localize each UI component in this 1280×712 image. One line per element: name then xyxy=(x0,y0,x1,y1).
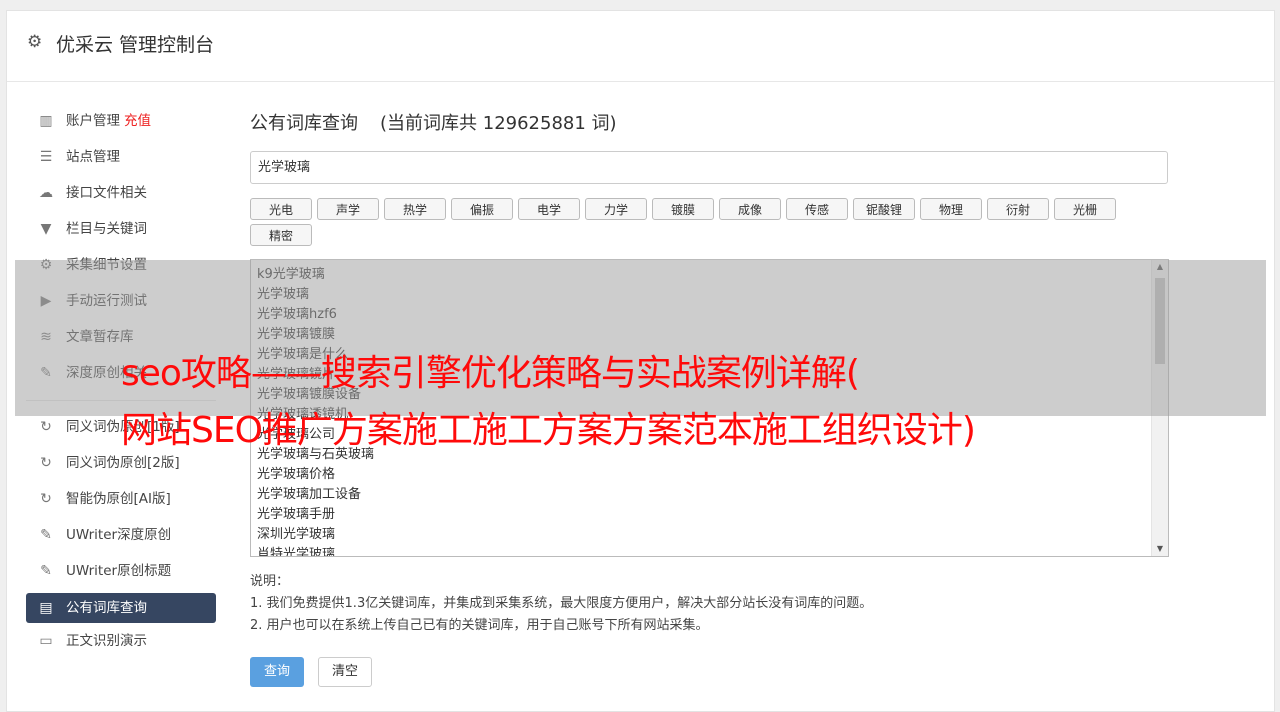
sidebar-item-label: 账户管理 xyxy=(66,113,120,129)
app-title: 优采云 管理控制台 xyxy=(56,34,215,56)
sidebar-item-after-0[interactable]: ▭ 正文识别演示 xyxy=(26,623,216,659)
sidebar-item-label: 公有词库查询 xyxy=(66,600,147,616)
category-button[interactable]: 电学 xyxy=(518,198,580,220)
category-button[interactable]: 镀膜 xyxy=(652,198,714,220)
list-item[interactable]: 肖特光学玻璃 xyxy=(251,545,1168,556)
edit-icon: ✎ xyxy=(40,527,52,543)
sidebar-item-label: 智能伪原创[AI版] xyxy=(66,491,171,507)
category-button[interactable]: 传感 xyxy=(786,198,848,220)
bar-chart-icon: ▥ xyxy=(39,113,53,129)
sidebar-item-group1-2[interactable]: ☁ 接口文件相关 xyxy=(26,175,216,211)
category-button[interactable]: 衍射 xyxy=(987,198,1049,220)
page-title-text: 公有词库查询 xyxy=(250,113,358,134)
sidebar-item-label: 站点管理 xyxy=(66,149,120,165)
category-button[interactable]: 光栅 xyxy=(1054,198,1116,220)
category-button[interactable]: 成像 xyxy=(719,198,781,220)
sidebar-item-label: UWriter深度原创 xyxy=(66,527,172,543)
refresh-icon: ↻ xyxy=(40,491,52,507)
list-item[interactable]: 光学玻璃价格 xyxy=(251,465,1168,485)
list-item[interactable]: 光学玻璃加工设备 xyxy=(251,485,1168,505)
cloud-upload-icon: ☁ xyxy=(39,185,53,201)
edit-icon: ✎ xyxy=(40,563,52,579)
sidebar-item-group1-3[interactable]: ▼ 栏目与关键词 xyxy=(26,211,216,247)
lexicon-count: (当前词库共 129625881 词) xyxy=(380,113,617,134)
sidebar-item-label: 正文识别演示 xyxy=(66,633,147,649)
category-button[interactable]: 偏振 xyxy=(451,198,513,220)
filter-icon: ▼ xyxy=(40,221,52,237)
recharge-link[interactable]: 充值 xyxy=(124,113,151,129)
server-icon: ☰ xyxy=(39,149,53,165)
app-header: ⚙ 优采云 管理控制台 xyxy=(7,11,1274,82)
notes: 说明： 1. 我们免费提供1.3亿关键词库，并集成到采集系统，最大限度方便用户，… xyxy=(250,571,872,637)
category-button[interactable]: 物理 xyxy=(920,198,982,220)
monitor-icon: ▭ xyxy=(39,633,53,649)
category-button[interactable]: 铌酸锂 xyxy=(853,198,915,220)
overlay-headline-line-2: 网站SEO推广方案施工施工方案方案范本施工组织设计) xyxy=(121,410,976,451)
category-button[interactable]: 精密 xyxy=(250,224,312,246)
sidebar-item-group2-4[interactable]: ✎ UWriter原创标题 xyxy=(26,553,216,589)
category-button[interactable]: 力学 xyxy=(585,198,647,220)
category-button[interactable]: 声学 xyxy=(317,198,379,220)
sidebar-item-group2-2[interactable]: ↻ 智能伪原创[AI版] xyxy=(26,481,216,517)
sidebar-item-group1-1[interactable]: ☰ 站点管理 xyxy=(26,139,216,175)
overlay-headline-line-1: seo攻略——搜索引擎优化策略与实战案例详解( xyxy=(121,353,860,394)
sidebar-item-label: 接口文件相关 xyxy=(66,185,147,201)
list-item[interactable]: 深圳光学玻璃 xyxy=(251,525,1168,545)
notes-title: 说明： xyxy=(250,574,290,589)
sidebar-item-label: 栏目与关键词 xyxy=(66,221,147,237)
note-line-2: 2. 用户也可以在系统上传自己已有的关键词库，用于自己账号下所有网站采集。 xyxy=(250,618,709,633)
scroll-down-icon[interactable]: ▼ xyxy=(1152,542,1168,556)
category-button[interactable]: 热学 xyxy=(384,198,446,220)
book-icon: ▤ xyxy=(39,600,53,616)
page-title: 公有词库查询 (当前词库共 129625881 词) xyxy=(250,109,1170,139)
main-content: 公有词库查询 (当前词库共 129625881 词) 光学玻璃 光电 声学 热学 偏振电… xyxy=(250,109,1170,687)
query-button[interactable]: 查询 xyxy=(250,657,304,687)
sidebar-item-group1-0[interactable]: ▥ 账户管理 充值 xyxy=(26,103,216,139)
gear-icon[interactable]: ⚙ xyxy=(27,33,45,51)
sidebar-item-public-lexicon[interactable]: ▤ 公有词库查询 xyxy=(26,593,216,623)
sidebar-item-group2-3[interactable]: ✎ UWriter深度原创 xyxy=(26,517,216,553)
category-button-group: 光电 声学 热学 偏振 电学 力学 镀膜 成像 传感 铌酸锂 物理 衍射 光栅精密 xyxy=(250,198,1170,250)
keyword-search-input[interactable]: 光学玻璃 xyxy=(250,151,1168,184)
category-button[interactable]: 光电 xyxy=(250,198,312,220)
sidebar-item-label: 同义词伪原创[2版] xyxy=(66,455,180,471)
list-item[interactable]: 光学玻璃手册 xyxy=(251,505,1168,525)
note-line-1: 1. 我们免费提供1.3亿关键词库，并集成到采集系统，最大限度方便用户，解决大部… xyxy=(250,596,873,611)
sidebar-item-label: UWriter原创标题 xyxy=(66,563,172,579)
clear-button[interactable]: 清空 xyxy=(318,657,372,687)
refresh-icon: ↻ xyxy=(40,455,52,471)
